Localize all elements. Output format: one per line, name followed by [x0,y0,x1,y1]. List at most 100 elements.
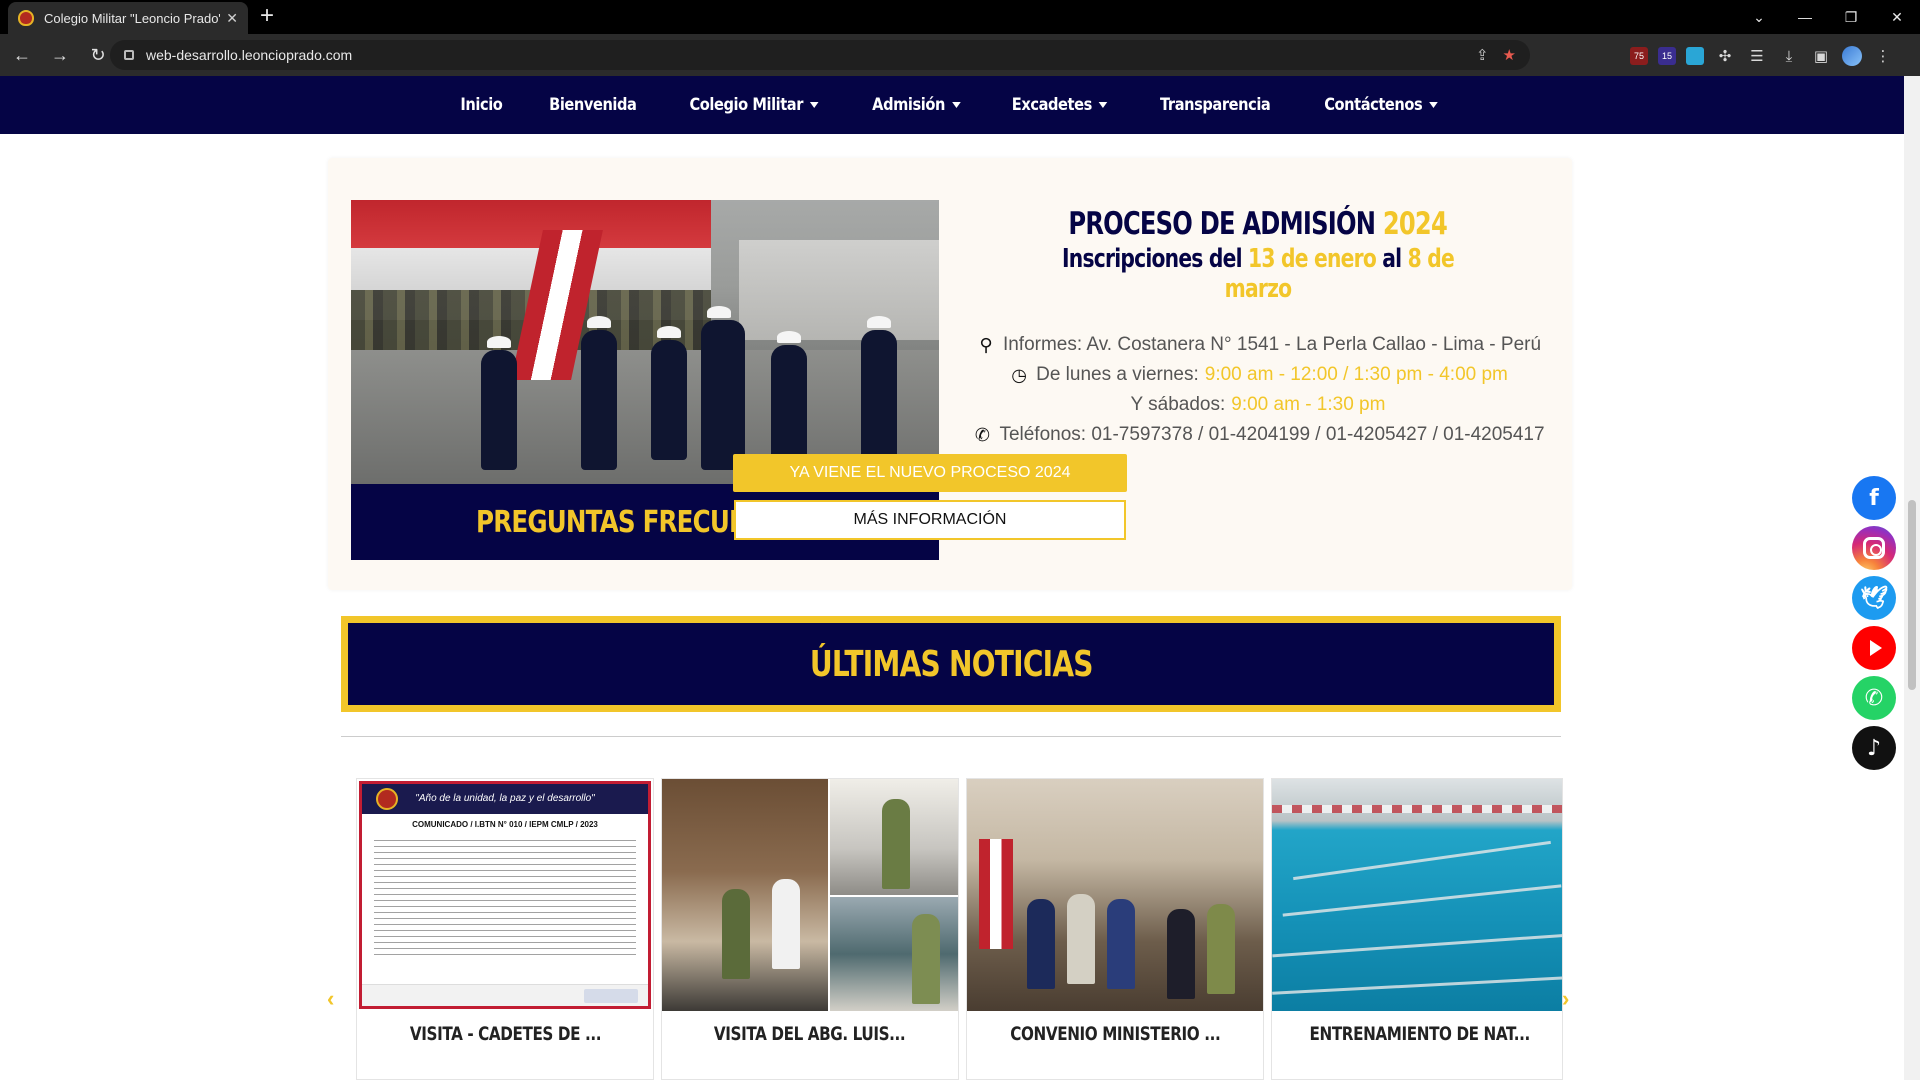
browser-tab[interactable]: Colegio Militar "Leoncio Prado" ✕ [8,2,248,34]
nav-item-label: Colegio Militar [689,95,804,115]
nav-item-label: Excadetes [1011,95,1093,115]
twitter-icon[interactable]: 🕊 [1852,576,1896,620]
news-card[interactable]: "Año de la unidad, la paz y el desarroll… [356,778,654,1080]
person-figure [1067,894,1095,984]
nav-item-label: Admisión [872,95,946,115]
admission-title-year: 2024 [1383,206,1448,242]
news-image-agreement[interactable] [967,779,1263,1011]
person-figure [912,914,940,1004]
nav-item-label: Contáctenos [1324,95,1423,115]
map-pin-icon: ⚲ [979,335,993,355]
nav-item-label: Inicio [460,95,503,115]
nav-item-inicio[interactable]: Inicio [460,95,502,115]
news-title[interactable]: VISITA - CADETES DE ... [357,1023,653,1045]
extension-badge-icon[interactable]: 75 [1630,47,1648,65]
new-tab-button[interactable]: + [260,4,274,28]
extension-icon[interactable] [1686,47,1704,65]
cadet-figure [581,316,617,470]
news-card[interactable]: CONVENIO MINISTERIO ... [966,778,1264,1080]
nav-item-contactenos[interactable]: Contáctenos [1324,95,1439,115]
person-figure [1107,899,1135,989]
share-icon[interactable]: ⇪ [1476,46,1489,64]
tab-search-icon[interactable]: ⌄ [1736,9,1782,26]
pool-flags [1272,805,1562,813]
nav-item-colegio-militar[interactable]: Colegio Militar [690,95,819,115]
extension-badge-icon[interactable]: 15 [1658,47,1676,65]
document-header: "Año de la unidad, la paz y el desarroll… [362,784,648,814]
page-scrollbar[interactable] [1904,76,1920,1080]
bookmark-star-icon[interactable]: ★ [1503,46,1516,64]
extensions-puzzle-icon[interactable]: ✣ [1714,47,1736,65]
divider [341,736,1561,737]
carousel-next-icon[interactable]: › [1562,986,1569,1012]
person-figure [1207,904,1235,994]
cadets-parade-photo[interactable] [351,200,939,484]
nav-item-transparencia[interactable]: Transparencia [1160,95,1271,115]
scrollbar-thumb[interactable] [1908,500,1916,690]
person-figure [772,879,800,969]
main-navigation: Inicio Bienvenida Colegio Militar Admisión E… [0,76,1904,134]
close-tab-icon[interactable]: ✕ [226,10,238,27]
caret-down-icon [810,102,819,108]
admission-title-text: PROCESO DE ADMISIÓN [1068,206,1377,242]
person-figure [722,889,750,979]
restore-button[interactable]: ❐ [1828,9,1874,26]
news-card[interactable]: ENTRENAMIENTO DE NAT... [1271,778,1563,1080]
minimize-button[interactable]: — [1782,9,1828,25]
reading-list-icon[interactable]: ☰ [1746,47,1768,65]
nav-item-bienvenida[interactable]: Bienvenida [548,95,637,115]
carousel-prev-icon[interactable]: ‹ [327,986,334,1012]
registration-start-date: 13 de enero [1248,244,1377,274]
news-title-text: VISITA DEL ABG. LUIS... [714,1023,906,1045]
person-figure [1027,899,1055,989]
phones-text: Teléfonos: 01-7597378 / 01-4204199 / 01-… [999,424,1545,445]
admission-title: PROCESO DE ADMISIÓN 2024 [968,206,1548,242]
site-favicon-icon [18,10,34,26]
nav-item-label: Bienvenida [548,95,637,115]
nav-item-excadetes[interactable]: Excadetes [1012,95,1108,115]
profile-avatar[interactable] [1842,46,1862,66]
news-title[interactable]: VISITA DEL ABG. LUIS... [662,1023,958,1045]
url-text: web-desarrollo.leoncioprado.com [146,47,353,63]
cadet-figure [481,336,517,470]
registration-dates: Inscripciones del 13 de enero al 8 de ma… [968,244,1548,304]
new-process-button[interactable]: YA VIENE EL NUEVO PROCESO 2024 [733,454,1127,492]
facebook-icon[interactable]: f [1852,476,1896,520]
document-heading: "Año de la unidad, la paz y el desarroll… [415,793,595,804]
registration-connector: al [1382,244,1402,274]
window-controls: ⌄ — ❐ ✕ [1736,0,1920,34]
address-text: Informes: Av. Costanera N° 1541 - La Per… [1002,334,1542,355]
news-title[interactable]: ENTRENAMIENTO DE NAT... [1272,1023,1568,1045]
instagram-icon[interactable] [1852,526,1896,570]
caret-down-icon [1429,102,1439,108]
lock-icon[interactable] [124,50,134,60]
document-body-lines [374,840,636,960]
back-icon[interactable]: ← [6,45,38,66]
address-bar[interactable]: web-desarrollo.leoncioprado.com ⇪ ★ [110,40,1530,70]
saturday-hours: 9:00 am - 1:30 pm [1231,394,1386,415]
tiktok-icon[interactable]: ♪ [1852,726,1896,770]
news-image-swimming[interactable] [1272,779,1562,1011]
menu-kebab-icon[interactable]: ⋮ [1872,47,1894,65]
news-image-visit[interactable] [662,779,958,1011]
side-panel-icon[interactable]: ▣ [1810,47,1832,65]
news-title-text: VISITA - CADETES DE ... [409,1023,601,1045]
news-title-text: CONVENIO MINISTERIO ... [1009,1023,1221,1045]
admission-info: PROCESO DE ADMISIÓN 2024 Inscripciones d… [968,206,1548,450]
forward-icon[interactable]: → [44,45,76,66]
news-title[interactable]: CONVENIO MINISTERIO ... [967,1023,1263,1045]
news-card[interactable]: VISITA DEL ABG. LUIS... [661,778,959,1080]
whatsapp-icon[interactable]: ✆ [1852,676,1896,720]
person-figure [882,799,910,889]
cadet-figure [771,331,807,465]
youtube-icon[interactable] [1852,626,1896,670]
extension-icons: 75 15 ✣ ☰ ⤓ ▣ ⋮ [1630,46,1894,66]
news-title-text: ENTRENAMIENTO DE NAT... [1309,1023,1531,1045]
close-window-button[interactable]: ✕ [1874,9,1920,26]
swimming-pool-photo [1272,779,1562,1011]
social-links: f 🕊 ✆ ♪ [1852,476,1896,770]
nav-item-admision[interactable]: Admisión [872,95,961,115]
more-info-button[interactable]: MÁS INFORMACIÓN [734,500,1126,540]
news-image-communique[interactable]: "Año de la unidad, la paz y el desarroll… [357,779,653,1011]
download-icon[interactable]: ⤓ [1778,48,1800,65]
